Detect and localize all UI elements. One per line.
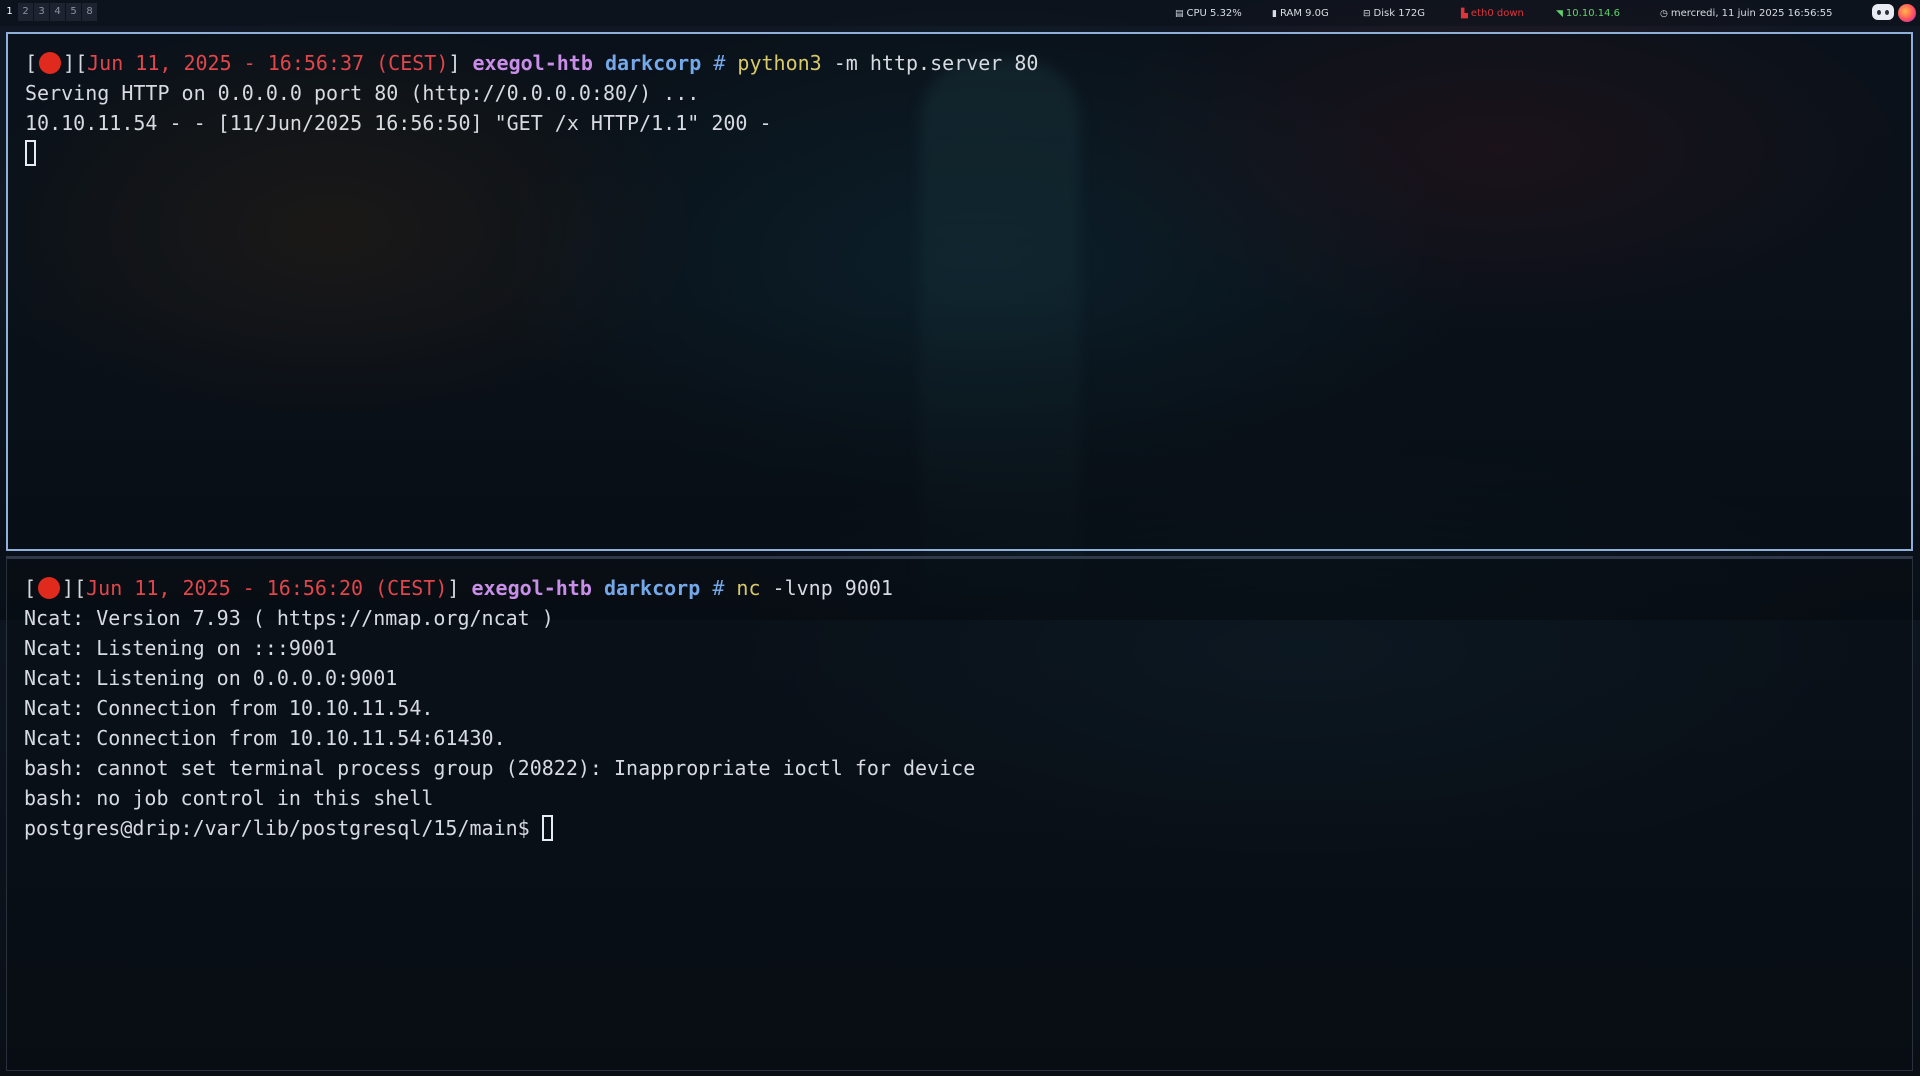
workspace-3[interactable]: 3 [34, 3, 49, 21]
command-args: -m http.server 80 [833, 51, 1039, 75]
shell-prompt: postgres@drip:/var/lib/postgresql/15/mai… [24, 816, 542, 840]
output-line: Ncat: Listening on :::9001 [24, 636, 338, 660]
workspace-switcher: 1 2 3 4 5 8 [2, 3, 97, 21]
disk-icon: ⊟ [1363, 9, 1371, 19]
prompt-hash: # [713, 51, 726, 75]
record-dot-icon [38, 577, 61, 599]
workspace-2[interactable]: 2 [18, 3, 33, 21]
workspace-8[interactable]: 8 [82, 3, 97, 21]
output-line: bash: cannot set terminal process group … [24, 756, 976, 780]
prompt-host: exegol-htb [472, 51, 593, 75]
output-line: bash: no job control in this shell [24, 786, 434, 810]
output-line: Ncat: Listening on 0.0.0.0:9001 [24, 666, 398, 690]
workspace-4[interactable]: 4 [50, 3, 65, 21]
ram-status: ▮ RAM 9.0G [1272, 7, 1329, 21]
workspace-1[interactable]: 1 [2, 3, 17, 21]
prompt-bracket: ][ [63, 51, 88, 75]
output-line: 10.10.11.54 - - [11/Jun/2025 16:56:50] "… [25, 111, 772, 135]
ram-value: RAM 9.0G [1279, 8, 1329, 19]
cpu-value: CPU 5.32% [1186, 8, 1242, 19]
output-line: Ncat: Connection from 10.10.11.54. [24, 696, 434, 720]
prompt-bracket: ] [448, 51, 461, 75]
cursor-line [25, 138, 1911, 168]
prompt-bracket: [ [24, 576, 37, 600]
clock-icon: ◷ [1660, 9, 1668, 19]
ethernet-status: ▙ eth0 down [1461, 7, 1524, 21]
command-name: python3 [737, 51, 822, 75]
network-down-icon: ▙ [1461, 9, 1468, 19]
ethernet-value: eth0 down [1470, 8, 1524, 19]
output-line: Serving HTTP on 0.0.0.0 port 80 (http://… [25, 81, 700, 105]
prompt-hash: # [712, 576, 725, 600]
top-status-bar: 1 2 3 4 5 8 ▤ CPU 5.32% ▮ RAM 9.0G ⊟ Dis… [0, 0, 1920, 26]
firefox-icon[interactable] [1898, 4, 1916, 22]
vpn-ip: 10.10.14.6 [1565, 8, 1620, 19]
ram-icon: ▮ [1272, 9, 1277, 19]
clock[interactable]: ◷ mercredi, 11 juin 2025 16:56:55 [1660, 7, 1833, 21]
record-dot-icon [39, 52, 62, 74]
vpn-status: ◥ 10.10.14.6 [1556, 7, 1620, 21]
vpn-icon: ◥ [1556, 9, 1563, 19]
prompt-line: [ ][Jun 11, 2025 - 16:56:37 (CEST)] exego… [25, 48, 1911, 78]
prompt-bracket: ][ [62, 576, 87, 600]
shell-prompt-line: postgres@drip:/var/lib/postgresql/15/mai… [24, 813, 1912, 843]
output-line: Ncat: Connection from 10.10.11.54:61430. [24, 726, 506, 750]
cpu-icon: ▤ [1175, 9, 1184, 19]
disk-status: ⊟ Disk 172G [1363, 7, 1425, 21]
terminal-cursor [25, 140, 36, 166]
prompt-project: darkcorp [603, 576, 701, 600]
workspace-5[interactable]: 5 [66, 3, 81, 21]
prompt-date: Jun 11, 2025 - 16:56:20 (CEST) [86, 576, 448, 600]
prompt-bracket: ] [447, 576, 460, 600]
terminal-pane-bottom[interactable]: [ ][Jun 11, 2025 - 16:56:20 (CEST)] exego… [6, 556, 1913, 1071]
command-args: -lvnp 9001 [772, 576, 893, 600]
prompt-host: exegol-htb [471, 576, 592, 600]
prompt-date: Jun 11, 2025 - 16:56:37 (CEST) [87, 51, 449, 75]
terminal-pane-top[interactable]: [ ][Jun 11, 2025 - 16:56:37 (CEST)] exego… [6, 32, 1913, 551]
prompt-project: darkcorp [604, 51, 702, 75]
prompt-line: [ ][Jun 11, 2025 - 16:56:20 (CEST)] exego… [24, 573, 1912, 603]
discord-icon[interactable] [1872, 4, 1894, 20]
command-name: nc [736, 576, 761, 600]
disk-value: Disk 172G [1373, 8, 1426, 19]
output-line: Ncat: Version 7.93 ( https://nmap.org/nc… [24, 606, 554, 630]
system-tray [1872, 4, 1916, 22]
terminal-cursor [541, 815, 553, 841]
cpu-status: ▤ CPU 5.32% [1175, 7, 1242, 21]
prompt-bracket: [ [25, 51, 38, 75]
clock-value: mercredi, 11 juin 2025 16:56:55 [1670, 8, 1833, 19]
